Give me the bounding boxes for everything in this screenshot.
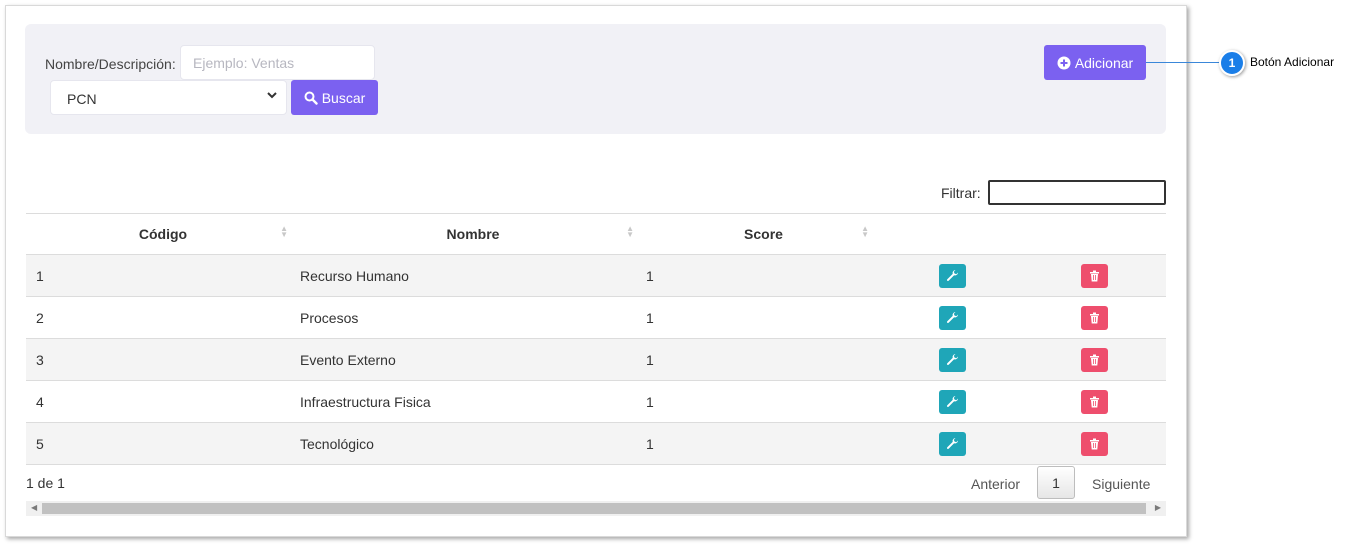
scroll-right-icon[interactable]: ▶	[1155, 503, 1161, 512]
scroll-left-icon[interactable]: ◀	[31, 503, 37, 512]
table-row: 1 Recurso Humano 1	[26, 254, 1166, 297]
chevron-down-icon	[266, 89, 278, 104]
page-number-button[interactable]: 1	[1037, 466, 1075, 499]
column-header-delete	[1023, 213, 1166, 255]
scrollbar-thumb[interactable]	[42, 503, 1146, 514]
filter-label: Filtrar:	[941, 185, 981, 201]
sort-icon: ▲ ▼	[626, 224, 634, 239]
category-select-value: PCN	[67, 91, 97, 107]
wrench-icon[interactable]	[938, 263, 966, 288]
cell-nombre: Recurso Humano	[300, 254, 646, 297]
sort-icon: ▲ ▼	[280, 224, 288, 239]
column-header-codigo[interactable]: Código ▲ ▼	[26, 213, 300, 255]
cell-score: 1	[646, 296, 881, 339]
callout-text: Botón Adicionar	[1250, 55, 1335, 69]
cell-score: 1	[646, 380, 881, 423]
wrench-icon[interactable]	[938, 431, 966, 456]
search-button-label: Buscar	[321, 89, 366, 106]
cell-codigo: 3	[26, 338, 300, 381]
cell-codigo: 2	[26, 296, 300, 339]
sort-icon: ▲ ▼	[861, 224, 869, 239]
table-row: 4 Infraestructura Fisica 1	[26, 380, 1166, 423]
cell-codigo: 1	[26, 254, 300, 297]
column-header-nombre[interactable]: Nombre ▲ ▼	[300, 213, 646, 255]
trash-icon[interactable]	[1081, 347, 1108, 372]
previous-page-link[interactable]: Anterior	[971, 476, 1020, 492]
name-description-label: Nombre/Descripción:	[45, 56, 176, 72]
cell-codigo: 5	[26, 422, 300, 465]
wrench-icon[interactable]	[938, 347, 966, 372]
column-header-score[interactable]: Score ▲ ▼	[646, 213, 881, 255]
add-button-label: Adicionar	[1074, 54, 1134, 71]
results-table: Código ▲ ▼ Nombre ▲ ▼ Score ▲ ▼ 1 Recurso Huma…	[26, 213, 1166, 465]
category-select[interactable]: PCN	[50, 80, 287, 115]
cell-nombre: Tecnológico	[300, 422, 646, 465]
next-page-link[interactable]: Siguiente	[1092, 476, 1150, 492]
trash-icon[interactable]	[1081, 431, 1108, 456]
search-button[interactable]: Buscar	[291, 80, 378, 115]
cell-nombre: Procesos	[300, 296, 646, 339]
callout-badge: 1	[1219, 50, 1245, 76]
table-row: 2 Procesos 1	[26, 296, 1166, 339]
cell-score: 1	[646, 338, 881, 381]
filter-input[interactable]	[988, 180, 1166, 205]
trash-icon[interactable]	[1081, 305, 1108, 330]
cell-nombre: Evento Externo	[300, 338, 646, 381]
table-row: 3 Evento Externo 1	[26, 338, 1166, 381]
cell-score: 1	[646, 422, 881, 465]
trash-icon[interactable]	[1081, 263, 1108, 288]
table-row: 5 Tecnológico 1	[26, 422, 1166, 465]
wrench-icon[interactable]	[938, 305, 966, 330]
wrench-icon[interactable]	[938, 389, 966, 414]
callout-connector	[1146, 62, 1228, 63]
page-info: 1 de 1	[26, 475, 65, 491]
plus-circle-icon	[1057, 56, 1071, 69]
trash-icon[interactable]	[1081, 389, 1108, 414]
search-icon	[304, 91, 318, 105]
column-header-edit	[881, 213, 1023, 255]
horizontal-scrollbar[interactable]: ◀ ▶	[26, 501, 1166, 516]
add-button[interactable]: Adicionar	[1044, 45, 1146, 80]
cell-codigo: 4	[26, 380, 300, 423]
cell-score: 1	[646, 254, 881, 297]
name-description-input[interactable]	[180, 45, 375, 80]
cell-nombre: Infraestructura Fisica	[300, 380, 646, 423]
